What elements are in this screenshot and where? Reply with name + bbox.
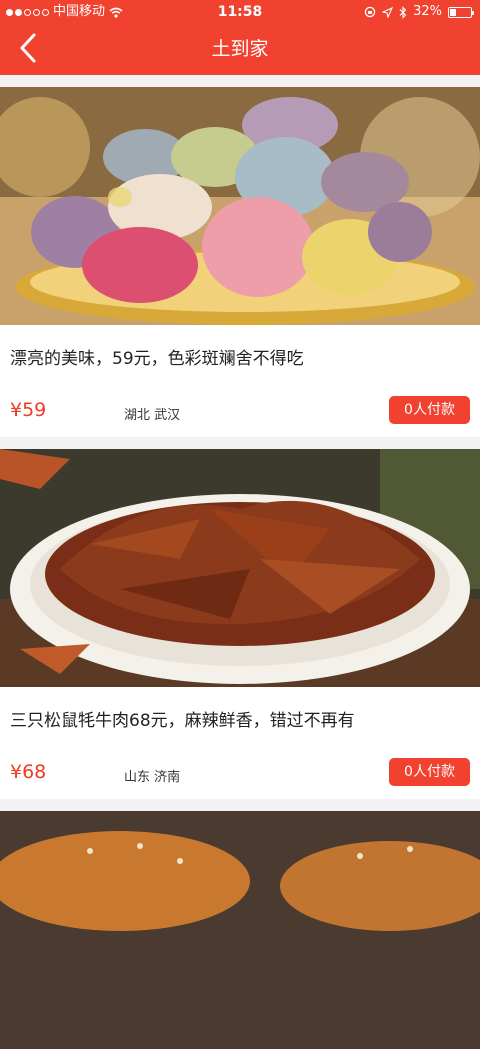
product-title[interactable]: 三只松鼠牦牛肉68元，麻辣鲜香，错过不再有 xyxy=(0,687,480,749)
app-header: 中国移动 11:58 32% 土到家 xyxy=(0,0,480,75)
product-location: 湖北 武汉 xyxy=(124,408,181,423)
product-card[interactable] xyxy=(0,811,480,1049)
status-bar: 中国移动 11:58 32% xyxy=(0,0,480,24)
battery-percent: 32% xyxy=(413,4,442,19)
status-right: 32% xyxy=(364,0,474,24)
product-image[interactable] xyxy=(0,811,480,1049)
pay-count-button[interactable]: 0人付款 xyxy=(389,396,470,424)
product-image[interactable] xyxy=(0,87,480,325)
product-location: 山东 济南 xyxy=(124,770,181,785)
product-price: ¥68 xyxy=(10,761,47,783)
orientation-lock-icon xyxy=(364,6,376,18)
battery-icon xyxy=(448,6,474,18)
page-title: 土到家 xyxy=(211,38,269,60)
product-price: ¥59 xyxy=(10,399,47,421)
pay-count-button[interactable]: 0人付款 xyxy=(389,758,470,786)
product-card[interactable]: 三只松鼠牦牛肉68元，麻辣鲜香，错过不再有 ¥68 山东 济南 0人付款 xyxy=(0,449,480,799)
product-card[interactable]: 漂亮的美味，59元，色彩斑斓舍不得吃 ¥59 湖北 武汉 0人付款 xyxy=(0,87,480,437)
bluetooth-icon xyxy=(399,5,407,19)
product-meta: ¥59 湖北 武汉 0人付款 xyxy=(0,387,480,437)
product-image[interactable] xyxy=(0,449,480,687)
product-meta: ¥68 山东 济南 0人付款 xyxy=(0,749,480,799)
nav-bar: 土到家 xyxy=(0,24,480,74)
product-feed: 漂亮的美味，59元，色彩斑斓舍不得吃 ¥59 湖北 武汉 0人付款 三只松鼠牦牛… xyxy=(0,75,480,1049)
product-title[interactable]: 漂亮的美味，59元，色彩斑斓舍不得吃 xyxy=(0,325,480,387)
location-arrow-icon xyxy=(382,6,394,18)
